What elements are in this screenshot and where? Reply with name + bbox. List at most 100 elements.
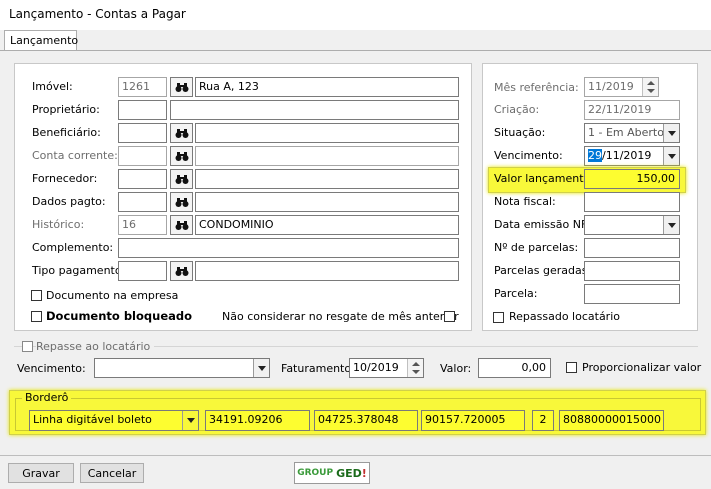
mes-referencia-value: 11/2019 [588,80,634,93]
parcelas-geradas-field[interactable] [584,261,680,281]
complemento-field[interactable] [118,238,459,258]
repasse-vencimento-select[interactable] [94,358,270,378]
fornecedor-search-button[interactable] [170,169,193,189]
logo-ged-text: GED [336,466,362,480]
binoculars-icon [175,197,188,207]
nao-considerar-label: Não considerar no resgate de mês anterio… [222,310,459,323]
faturamento-label: Faturamento: [281,362,355,375]
beneficiario-search-button[interactable] [170,123,193,143]
situacao-select[interactable]: 1 - Em Aberto [584,123,680,143]
bordero-tipo-value: Linha digitável boleto [33,413,152,426]
tipo-pagamento-label: Tipo pagamento: [32,264,126,277]
situacao-dropdown-icon[interactable] [663,124,679,142]
bordero-tipo-dropdown-icon[interactable] [182,411,198,430]
bordero-campo5-field[interactable]: 80880000015000 [559,410,664,431]
faturamento-field[interactable]: 10/2019 [349,358,424,378]
complemento-label: Complemento: [32,241,114,254]
proporcionalizar-checkbox[interactable] [566,362,577,373]
parcela-field[interactable] [584,284,680,304]
right-panel: Mês referência: 11/2019 Criação: 22/11/2… [482,63,698,331]
documento-empresa-label: Documento na empresa [46,289,179,302]
tab-label: Lançamento [10,34,79,47]
parcelas-geradas-label: Parcelas geradas: [494,264,592,277]
valor-lancamento-field[interactable]: 150,00 [584,169,680,189]
nota-fiscal-field[interactable] [584,192,680,212]
nao-considerar-checkbox[interactable] [444,311,455,322]
bordero-tipo-select[interactable]: Linha digitável boleto [29,410,199,431]
dados-pagto-desc-field[interactable] [195,192,459,212]
data-emissao-dropdown-icon[interactable] [663,216,679,234]
nota-fiscal-label: Nota fiscal: [494,195,556,208]
historico-code-field[interactable]: 16 [118,215,167,235]
beneficiario-code-field[interactable] [118,123,167,143]
footer-separator [0,455,711,456]
dados-pagto-label: Dados pagto: [32,195,106,208]
historico-search-button[interactable] [170,215,193,235]
logo-group-text: GROUP [297,468,334,478]
bordero-campo1-field[interactable]: 34191.09206 [205,410,310,431]
bordero-campo4-field[interactable]: 2 [532,410,554,431]
tipo-pagamento-search-button[interactable] [170,261,193,281]
tipo-pagamento-code-field[interactable] [118,261,167,281]
proprietario-code-field[interactable] [118,100,167,120]
repassado-locatario-label: Repassado locatário [509,310,620,323]
mes-referencia-label: Mês referência: [494,81,579,94]
repasse-valor-label: Valor: [440,362,472,375]
proprietario-desc-field[interactable] [170,100,459,120]
window-title: Lançamento - Contas a Pagar [9,7,186,21]
tipo-pagamento-desc-field[interactable] [195,261,459,281]
binoculars-icon [175,151,188,161]
bordero-campo2-field[interactable]: 04725.378048 [314,410,418,431]
beneficiario-label: Beneficiário: [32,126,101,139]
imovel-desc-field[interactable]: Rua A, 123 [195,77,459,97]
data-emissao-nf-field[interactable] [584,215,680,235]
vencimento-rest: /11/2019 [602,149,652,162]
vencimento-dropdown-icon[interactable] [663,147,679,165]
tab-lancamento[interactable]: Lançamento [4,30,79,51]
left-panel: Imóvel: 1261 Rua A, 123 Proprietário: Be… [14,63,472,331]
fornecedor-desc-field[interactable] [195,169,459,189]
beneficiario-desc-field[interactable] [195,123,459,143]
imovel-code-field[interactable]: 1261 [118,77,167,97]
repassado-locatario-checkbox[interactable] [493,312,504,323]
title-bar: Lançamento - Contas a Pagar [0,0,711,30]
repasse-title: Repasse ao locatário [36,340,155,353]
repasse-checkbox[interactable] [22,341,33,352]
logo-exclamation-icon: ! [361,466,367,480]
conta-corrente-desc-field[interactable] [195,146,459,166]
documento-bloqueado-checkbox[interactable] [31,311,42,322]
group-ged-logo: GROUP GED! [294,462,370,484]
documento-empresa-checkbox[interactable] [31,290,42,301]
data-emissao-nf-label: Data emissão NF: [494,218,591,231]
imovel-search-button[interactable] [170,77,193,97]
criacao-field[interactable]: 22/11/2019 [584,100,680,120]
cancelar-button[interactable]: Cancelar [80,463,144,483]
vencimento-field[interactable]: 29/11/2019 [584,146,680,166]
situacao-value: 1 - Em Aberto [588,126,664,139]
conta-corrente-code-field[interactable] [118,146,167,166]
fornecedor-label: Fornecedor: [32,172,98,185]
binoculars-icon [175,128,188,138]
binoculars-icon [175,266,188,276]
documento-bloqueado-label: Documento bloqueado [46,309,193,323]
dados-pagto-search-button[interactable] [170,192,193,212]
dados-pagto-code-field[interactable] [118,192,167,212]
bordero-campo3-field[interactable]: 90157.720005 [421,410,525,431]
mes-referencia-field[interactable]: 11/2019 [584,77,659,97]
mes-referencia-spinner[interactable] [642,78,658,96]
gravar-button[interactable]: Gravar [8,463,74,483]
repasse-vencimento-dropdown-icon[interactable] [253,359,269,377]
n-parcelas-label: Nº de parcelas: [494,241,579,254]
fornecedor-code-field[interactable] [118,169,167,189]
conta-corrente-search-button[interactable] [170,146,193,166]
vencimento-day-selected: 29 [588,149,602,162]
proporcionalizar-label: Proporcionalizar valor [582,361,702,374]
conta-corrente-label: Conta corrente: [32,149,118,162]
faturamento-spinner[interactable] [407,359,423,377]
proprietario-label: Proprietário: [32,103,100,116]
imovel-label: Imóvel: [32,80,73,93]
historico-desc-field[interactable]: CONDOMINIO [195,215,459,235]
repasse-valor-field[interactable]: 0,00 [478,358,551,378]
historico-label: Histórico: [32,218,85,231]
n-parcelas-field[interactable] [584,238,680,258]
